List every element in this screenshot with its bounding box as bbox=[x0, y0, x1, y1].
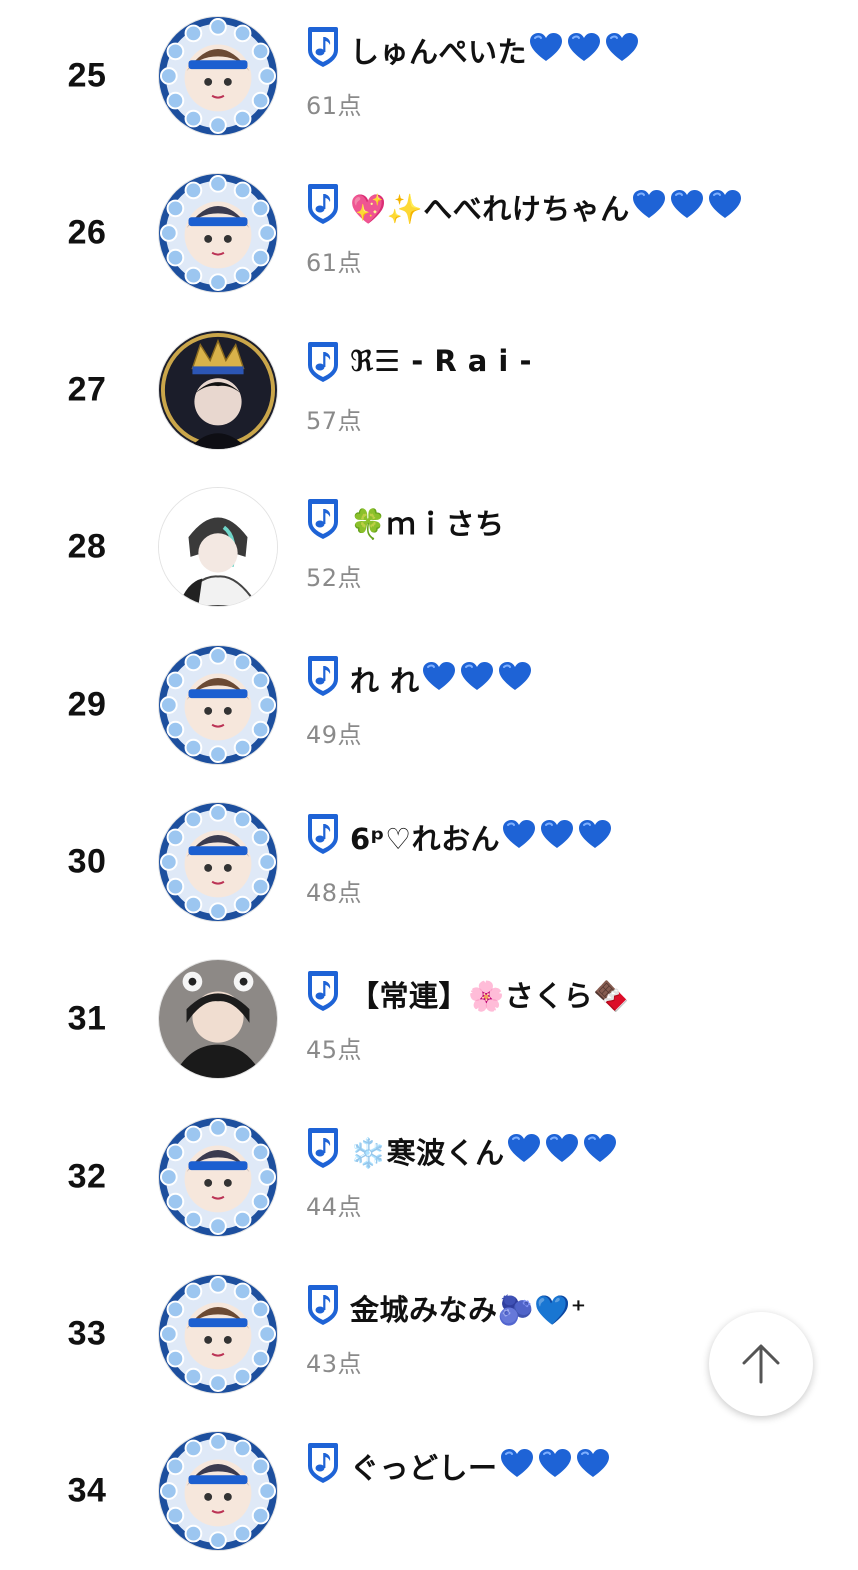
avatar[interactable] bbox=[158, 172, 278, 293]
score-text: 61点 bbox=[306, 249, 363, 278]
rank-number: 33 bbox=[67, 1314, 107, 1353]
ranking-row[interactable]: 30 6ᵖ♡れおん 48点 bbox=[0, 784, 858, 941]
music-note-shield-icon bbox=[306, 655, 340, 697]
heart-group bbox=[422, 661, 532, 691]
user-name[interactable]: ぐっどしー bbox=[350, 1445, 498, 1487]
blue-heart-icon bbox=[632, 189, 666, 219]
user-name[interactable]: 💖✨へべれけちゃん bbox=[350, 186, 630, 228]
ranking-row[interactable]: 31 【常連】🌸さくら🍫 45点 bbox=[0, 941, 858, 1098]
heart-group bbox=[500, 1448, 610, 1478]
blue-heart-icon bbox=[578, 819, 612, 849]
heart-group bbox=[507, 1133, 617, 1163]
rank-number: 29 bbox=[67, 685, 107, 724]
rank-number: 25 bbox=[67, 56, 107, 94]
avatar[interactable] bbox=[158, 330, 278, 451]
avatar[interactable] bbox=[158, 959, 278, 1080]
user-name[interactable]: ℜ☰ - R a i - bbox=[350, 344, 532, 378]
music-note-shield-icon bbox=[306, 26, 340, 68]
avatar[interactable] bbox=[158, 802, 278, 922]
blue-heart-icon bbox=[460, 661, 494, 691]
blue-heart-icon bbox=[529, 32, 563, 62]
music-note-shield-icon bbox=[306, 1284, 340, 1326]
ranking-row[interactable]: 34 ぐっどしー bbox=[0, 1413, 858, 1570]
rank-number: 27 bbox=[67, 370, 107, 409]
music-note-shield-icon bbox=[306, 970, 340, 1012]
rank-number: 32 bbox=[67, 1157, 107, 1196]
user-name[interactable]: 【常連】🌸さくら🍫 bbox=[350, 973, 630, 1015]
user-name[interactable]: ❄️寒波くん bbox=[350, 1130, 505, 1172]
blue-heart-icon bbox=[500, 1448, 534, 1478]
avatar[interactable] bbox=[158, 644, 278, 765]
score-text: 57点 bbox=[306, 406, 363, 435]
rank-number: 31 bbox=[67, 999, 107, 1038]
score-text: 45点 bbox=[306, 1035, 363, 1064]
user-name[interactable]: 6ᵖ♡れおん bbox=[350, 816, 500, 858]
blue-heart-icon bbox=[545, 1133, 579, 1163]
score-text: 44点 bbox=[306, 1193, 363, 1222]
blue-heart-icon bbox=[540, 819, 574, 849]
ranking-row[interactable]: 28 🍀ｍｉさち 52点 bbox=[0, 469, 858, 626]
music-note-shield-icon bbox=[306, 498, 340, 540]
blue-heart-icon bbox=[583, 1133, 617, 1163]
ranking-row[interactable]: 26 💖✨へべれけちゃん 61点 bbox=[0, 154, 858, 311]
heart-group bbox=[502, 819, 612, 849]
avatar[interactable] bbox=[158, 1273, 278, 1394]
score-text: 43点 bbox=[306, 1350, 363, 1379]
score-text: 61点 bbox=[306, 92, 363, 120]
scroll-to-top-button[interactable] bbox=[709, 1312, 813, 1416]
rank-number: 26 bbox=[67, 213, 107, 252]
blue-heart-icon bbox=[498, 661, 532, 691]
blue-heart-icon bbox=[422, 661, 456, 691]
score-text: 52点 bbox=[306, 563, 363, 592]
ranking-row[interactable]: 27 ℜ☰ - R a i - 57点 bbox=[0, 312, 858, 469]
blue-heart-icon bbox=[605, 32, 639, 62]
blue-heart-icon bbox=[708, 189, 742, 219]
music-note-shield-icon bbox=[306, 1442, 340, 1484]
blue-heart-icon bbox=[538, 1448, 572, 1478]
blue-heart-icon bbox=[507, 1133, 541, 1163]
ranking-row[interactable]: 29 れ れ 49点 bbox=[0, 626, 858, 783]
avatar[interactable] bbox=[158, 1431, 278, 1552]
avatar[interactable] bbox=[158, 487, 278, 608]
blue-heart-icon bbox=[576, 1448, 610, 1478]
heart-group bbox=[529, 32, 639, 62]
music-note-shield-icon bbox=[306, 183, 340, 225]
score-text: 48点 bbox=[306, 878, 363, 907]
score-text: 49点 bbox=[306, 721, 363, 750]
rank-number: 28 bbox=[67, 527, 107, 566]
avatar[interactable] bbox=[158, 15, 278, 136]
user-name[interactable]: れ れ bbox=[350, 658, 420, 700]
heart-group bbox=[632, 189, 742, 219]
music-note-shield-icon bbox=[306, 341, 340, 383]
blue-heart-icon bbox=[567, 32, 601, 62]
user-name[interactable]: 金城みなみ🫐💙⁺ bbox=[350, 1287, 587, 1329]
user-name[interactable]: 🍀ｍｉさち bbox=[350, 501, 505, 543]
blue-heart-icon bbox=[502, 819, 536, 849]
ranking-row[interactable]: 25 しゅんぺいた 61点 bbox=[0, 0, 858, 154]
avatar[interactable] bbox=[158, 1116, 278, 1237]
blue-heart-icon bbox=[670, 189, 704, 219]
rank-number: 34 bbox=[67, 1471, 107, 1510]
music-note-shield-icon bbox=[306, 813, 340, 855]
rank-number: 30 bbox=[67, 842, 107, 881]
music-note-shield-icon bbox=[306, 1127, 340, 1169]
ranking-row[interactable]: 32 ❄️寒波くん 44点 bbox=[0, 1098, 858, 1255]
arrow-up-icon bbox=[742, 1344, 780, 1384]
user-name[interactable]: しゅんぺいた bbox=[350, 29, 527, 71]
